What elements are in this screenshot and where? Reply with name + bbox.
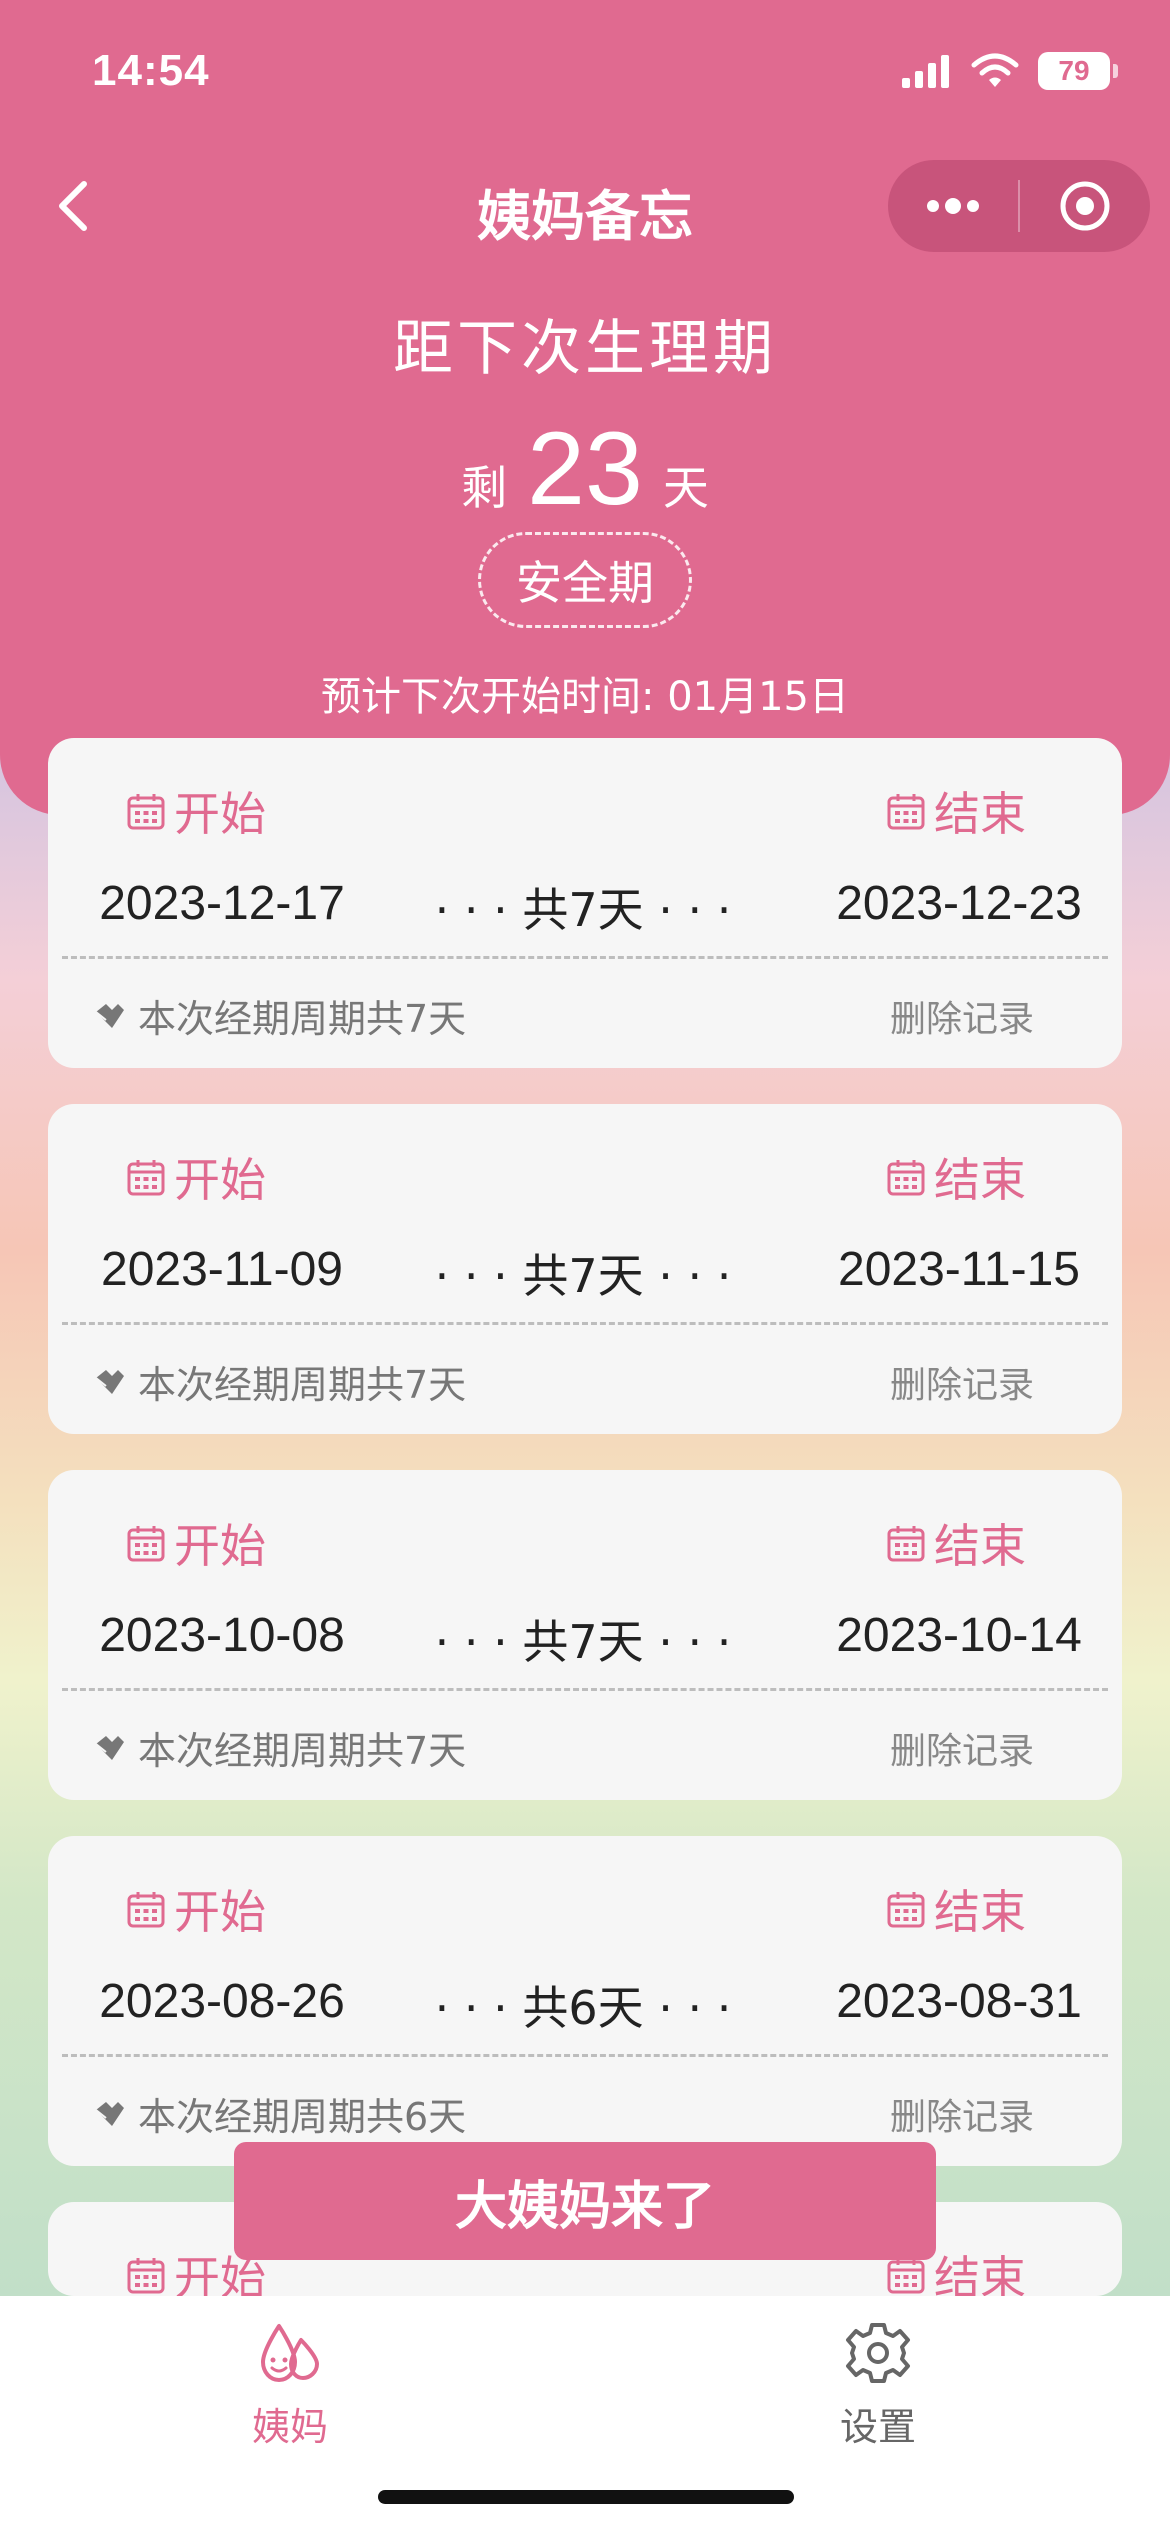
start-label: 开始 <box>126 1876 266 1942</box>
gear-icon <box>846 2323 910 2383</box>
record-card: 开始 结束 2023-11-09 · · · 共7天 · · · 2023-11… <box>48 1104 1122 1434</box>
calendar-icon <box>886 1889 926 1929</box>
start-label: 开始 <box>126 778 266 844</box>
cycle-info: 本次经期周期共7天 <box>92 1720 466 1775</box>
record-card: 开始 结束 2023-12-17 · · · 共7天 · · · 2023-12… <box>48 738 1122 1068</box>
duration-text: · · · 共7天 · · · <box>434 1249 732 1303</box>
tab-home-label: 姨妈 <box>251 2405 328 2449</box>
mini-program-capsule <box>888 160 1150 252</box>
next-start-text: 预计下次开始时间: 01月15日 <box>321 674 849 720</box>
close-mini-program-button[interactable] <box>1020 160 1150 252</box>
calendar-icon <box>886 2255 926 2295</box>
record-card: 开始 结束 2023-08-26 · · · 共6天 · · · 2023-08… <box>48 1836 1122 2166</box>
more-button[interactable] <box>888 160 1018 252</box>
calendar-icon <box>886 791 926 831</box>
signal-icon <box>902 55 949 88</box>
calendar-icon <box>126 1523 166 1563</box>
remaining-days: 23 <box>527 411 643 527</box>
cycle-info: 本次经期周期共7天 <box>92 1354 466 1409</box>
start-label: 开始 <box>126 1510 266 1576</box>
battery-icon: 79 <box>1038 52 1118 90</box>
start-date[interactable]: 2023-10-08 <box>92 1608 352 1663</box>
dashed-divider <box>62 2054 1108 2057</box>
end-date[interactable]: 2023-10-14 <box>818 1608 1100 1663</box>
duration-text: · · · 共6天 · · · <box>434 1981 732 2035</box>
end-label: 结束 <box>886 1144 1026 1210</box>
heart-icon <box>92 2096 128 2132</box>
target-icon <box>1060 181 1110 231</box>
heart-icon <box>92 998 128 1034</box>
calendar-icon <box>126 1889 166 1929</box>
countdown: 剩 23 天 <box>0 410 1170 529</box>
wifi-icon <box>971 53 1019 87</box>
period-started-button[interactable]: 大姨妈来了 <box>234 2142 936 2260</box>
duration-text: · · · 共7天 · · · <box>434 883 732 937</box>
status-time: 14:54 <box>92 46 210 95</box>
duration-text: · · · 共7天 · · · <box>434 1615 732 1669</box>
end-label: 结束 <box>886 1876 1026 1942</box>
dashed-divider <box>62 1688 1108 1691</box>
start-label: 开始 <box>126 1144 266 1210</box>
dashed-divider <box>62 1322 1108 1325</box>
end-date[interactable]: 2023-12-23 <box>818 876 1100 931</box>
calendar-icon <box>126 2255 166 2295</box>
delete-record-button[interactable]: 删除记录 <box>890 1722 1034 1774</box>
delete-record-button[interactable]: 删除记录 <box>890 2088 1034 2140</box>
calendar-icon <box>126 1157 166 1197</box>
end-date[interactable]: 2023-08-31 <box>818 1974 1100 2029</box>
end-date[interactable]: 2023-11-15 <box>818 1242 1100 1297</box>
end-label: 结束 <box>886 1510 1026 1576</box>
cycle-info: 本次经期周期共7天 <box>92 988 466 1043</box>
record-card: 开始 结束 2023-10-08 · · · 共7天 · · · 2023-10… <box>48 1470 1122 1800</box>
start-date[interactable]: 2023-12-17 <box>92 876 352 931</box>
start-date[interactable]: 2023-11-09 <box>92 1242 352 1297</box>
end-label: 结束 <box>886 778 1026 844</box>
remaining-prefix: 剩 <box>461 461 508 515</box>
heart-icon <box>92 1364 128 1400</box>
status-icons: 79 <box>902 52 1118 90</box>
tab-settings[interactable]: 设置 <box>768 2318 988 2451</box>
home-indicator <box>378 2490 794 2504</box>
delete-record-button[interactable]: 删除记录 <box>890 1356 1034 1408</box>
calendar-icon <box>126 791 166 831</box>
cycle-info: 本次经期周期共6天 <box>92 2086 466 2141</box>
dashed-divider <box>62 956 1108 959</box>
calendar-icon <box>886 1157 926 1197</box>
more-dots-icon <box>927 198 979 214</box>
calendar-icon <box>886 1523 926 1563</box>
delete-record-button[interactable]: 删除记录 <box>890 990 1034 1042</box>
start-date[interactable]: 2023-08-26 <box>92 1974 352 2029</box>
heart-icon <box>92 1730 128 1766</box>
tab-home[interactable]: 姨妈 <box>180 2318 400 2451</box>
tab-settings-label: 设置 <box>839 2405 916 2449</box>
remaining-suffix: 天 <box>662 461 709 515</box>
countdown-headline: 距下次生理期 <box>393 314 777 384</box>
phase-badge: 安全期 <box>478 532 692 628</box>
droplet-face-icon <box>261 2324 319 2382</box>
